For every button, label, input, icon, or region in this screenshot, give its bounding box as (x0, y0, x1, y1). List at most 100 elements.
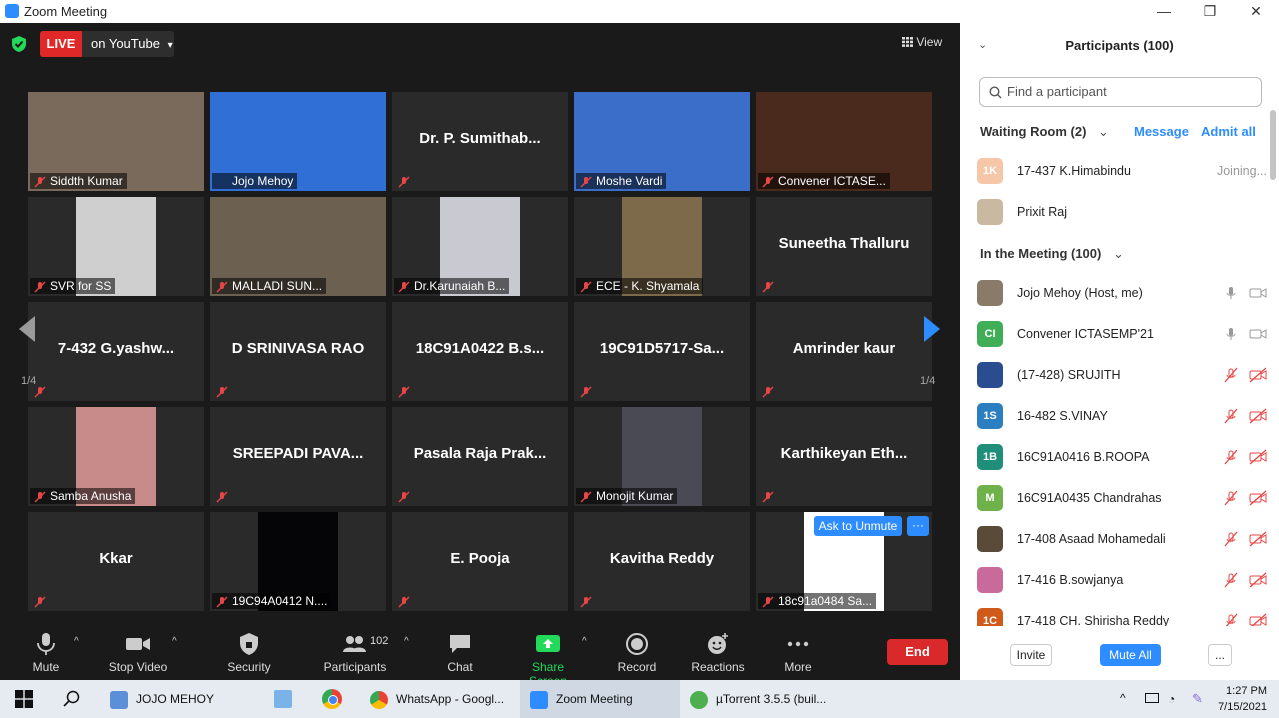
participant-tile[interactable]: Jojo Mehoy (210, 92, 386, 191)
participant-tile[interactable]: 7-432 G.yashw... (28, 302, 204, 401)
live-stream-dropdown[interactable]: on YouTube ▾ (82, 31, 174, 57)
chevron-up-icon[interactable]: ^ (582, 636, 587, 647)
muted-mic-icon (398, 490, 410, 503)
participant-tile[interactable]: Dr. P. Sumithab... (392, 92, 568, 191)
tray-chevron-up-icon[interactable]: ^ (1120, 691, 1126, 705)
muted-mic-icon (34, 595, 46, 608)
taskbar-item-jojo-mehoy[interactable]: JOJO MEHOY (110, 680, 215, 718)
mute-button[interactable]: Mute (22, 632, 70, 674)
participant-name-label: 19C94A0412 N.... (212, 593, 332, 609)
participant-row[interactable]: 17-408 Asaad Mohamedali (977, 524, 1267, 554)
end-meeting-button[interactable]: End (887, 639, 948, 665)
chevron-up-icon[interactable]: ^ (74, 636, 79, 647)
mute-all-button[interactable]: Mute All (1100, 644, 1161, 666)
stop-video-button[interactable]: Stop Video (106, 632, 170, 674)
participant-tile[interactable]: D SRINIVASA RAO (210, 302, 386, 401)
participant-tile[interactable]: Amrinder kaur (756, 302, 932, 401)
taskbar-item-utorrent[interactable]: µTorrent 3.5.5 (buil... (690, 680, 840, 718)
more-button[interactable]: More (778, 632, 818, 674)
panel-more-button[interactable]: ... (1208, 644, 1232, 666)
participant-tile[interactable]: E. Pooja (392, 512, 568, 611)
notes-app-icon[interactable] (274, 690, 292, 708)
participant-row[interactable]: M 16C91A0435 Chandrahas (977, 483, 1267, 513)
participant-tile[interactable]: MALLADI SUN... (210, 197, 386, 296)
avatar (977, 567, 1003, 593)
encryption-shield-icon[interactable] (11, 35, 27, 53)
chevron-down-icon: ▾ (167, 40, 173, 51)
participant-tile[interactable]: ECE - K. Shyamala (574, 197, 750, 296)
participant-tile[interactable]: Karthikeyan Eth... (756, 407, 932, 506)
participant-name: 16C91A0416 B.ROOPA (1017, 450, 1150, 464)
participants-count: 102 (370, 635, 389, 647)
invite-button[interactable]: Invite (1010, 644, 1052, 666)
view-button[interactable]: View (902, 35, 942, 49)
chat-button[interactable]: Chat (440, 632, 480, 674)
participant-row[interactable]: 1C 17-418 CH. Shirisha Reddy (977, 606, 1267, 626)
reactions-button[interactable]: Reactions (690, 632, 746, 674)
participant-row[interactable]: (17-428) SRUJITH (977, 360, 1267, 390)
participant-tile[interactable]: 18C91A0422 B.s... (392, 302, 568, 401)
panel-scrollbar[interactable] (1270, 110, 1276, 180)
maximize-button[interactable]: ❐ (1187, 0, 1233, 23)
participant-tile[interactable]: Kavitha Reddy (574, 512, 750, 611)
zoom-app-icon (5, 4, 19, 18)
participant-tile[interactable]: Moshe Vardi (574, 92, 750, 191)
security-button[interactable]: Security (225, 632, 273, 674)
pen-icon[interactable]: ✎ (1192, 691, 1206, 706)
taskbar-item-zoom-meeting[interactable]: Zoom Meeting (520, 680, 680, 718)
smiley-icon (708, 633, 728, 654)
video-camera-icon (1249, 288, 1267, 298)
search-icon[interactable] (63, 690, 81, 708)
participant-tile[interactable]: Kkar (28, 512, 204, 611)
participant-name: Jojo Mehoy (Host, me) (1017, 286, 1143, 300)
participant-tile[interactable]: Suneetha Thalluru (756, 197, 932, 296)
participant-row[interactable]: 1S 16-482 S.VINAY (977, 401, 1267, 431)
next-page-button[interactable]: 1/4 (914, 303, 944, 399)
participant-tile[interactable]: Monojit Kumar (574, 407, 750, 506)
muted-mic-icon (1224, 531, 1238, 547)
participants-icon (343, 636, 366, 652)
video-off-icon (1249, 408, 1267, 424)
chevron-up-icon[interactable]: ^ (404, 636, 409, 647)
participant-row[interactable]: 1B 16C91A0416 B.ROOPA (977, 442, 1267, 472)
meeting-toolbar: Mute ^ Stop Video ^ Security Participant… (0, 624, 960, 688)
participant-tile[interactable]: SVR for SS (28, 197, 204, 296)
participant-tile[interactable]: Dr.Karunaiah B... (392, 197, 568, 296)
close-button[interactable]: ✕ (1233, 0, 1279, 23)
participant-list: Jojo Mehoy (Host, me) CI Convener ICTASEMP… (960, 23, 1279, 626)
live-stream-label: on YouTube (91, 36, 160, 51)
chrome-icon[interactable] (322, 689, 342, 709)
muted-mic-icon (34, 490, 46, 503)
participant-row[interactable]: 17-416 B.sowjanya (977, 565, 1267, 595)
taskbar-item-whatsapp[interactable]: WhatsApp - Googl... (362, 680, 522, 718)
participants-label: Participants (323, 660, 387, 674)
participant-tile[interactable]: Samba Anusha (28, 407, 204, 506)
participant-row[interactable]: CI Convener ICTASEMP'21 (977, 319, 1267, 349)
network-icon[interactable] (1145, 693, 1159, 703)
chat-label: Chat (447, 660, 473, 674)
minimize-button[interactable]: — (1141, 0, 1187, 23)
system-clock[interactable]: 1:27 PM 7/15/2021 (1218, 683, 1267, 715)
participant-tile[interactable]: Pasala Raja Prak... (392, 407, 568, 506)
ask-to-unmute-button[interactable]: Ask to Unmute (814, 516, 902, 536)
chevron-up-icon[interactable]: ^ (172, 636, 177, 647)
participant-tile[interactable]: 19C94A0412 N.... (210, 512, 386, 611)
muted-mic-icon (762, 490, 774, 503)
clock-date: 7/15/2021 (1218, 701, 1267, 713)
muted-mic-icon (398, 175, 410, 188)
participant-tile[interactable]: SREEPADI PAVA... (210, 407, 386, 506)
tile-more-button[interactable]: ··· (907, 516, 929, 536)
wifi-icon[interactable]: ◔ (1168, 692, 1182, 706)
record-button[interactable]: Record (617, 632, 657, 674)
windows-start-icon[interactable] (15, 690, 33, 708)
participants-button[interactable]: Participants 102 (321, 632, 389, 674)
live-badge[interactable]: LIVE (40, 31, 82, 57)
participant-tile[interactable]: 19C91D5717-Sa... (574, 302, 750, 401)
participant-tile[interactable]: Convener ICTASE... (756, 92, 932, 191)
chat-bubble-icon (450, 635, 470, 653)
participant-name: 17-408 Asaad Mohamedali (1017, 532, 1166, 546)
taskbar-label: JOJO MEHOY (136, 692, 215, 706)
participant-row[interactable]: Jojo Mehoy (Host, me) (977, 278, 1267, 308)
muted-mic-icon (1224, 408, 1238, 424)
participant-tile[interactable]: Siddth Kumar (28, 92, 204, 191)
